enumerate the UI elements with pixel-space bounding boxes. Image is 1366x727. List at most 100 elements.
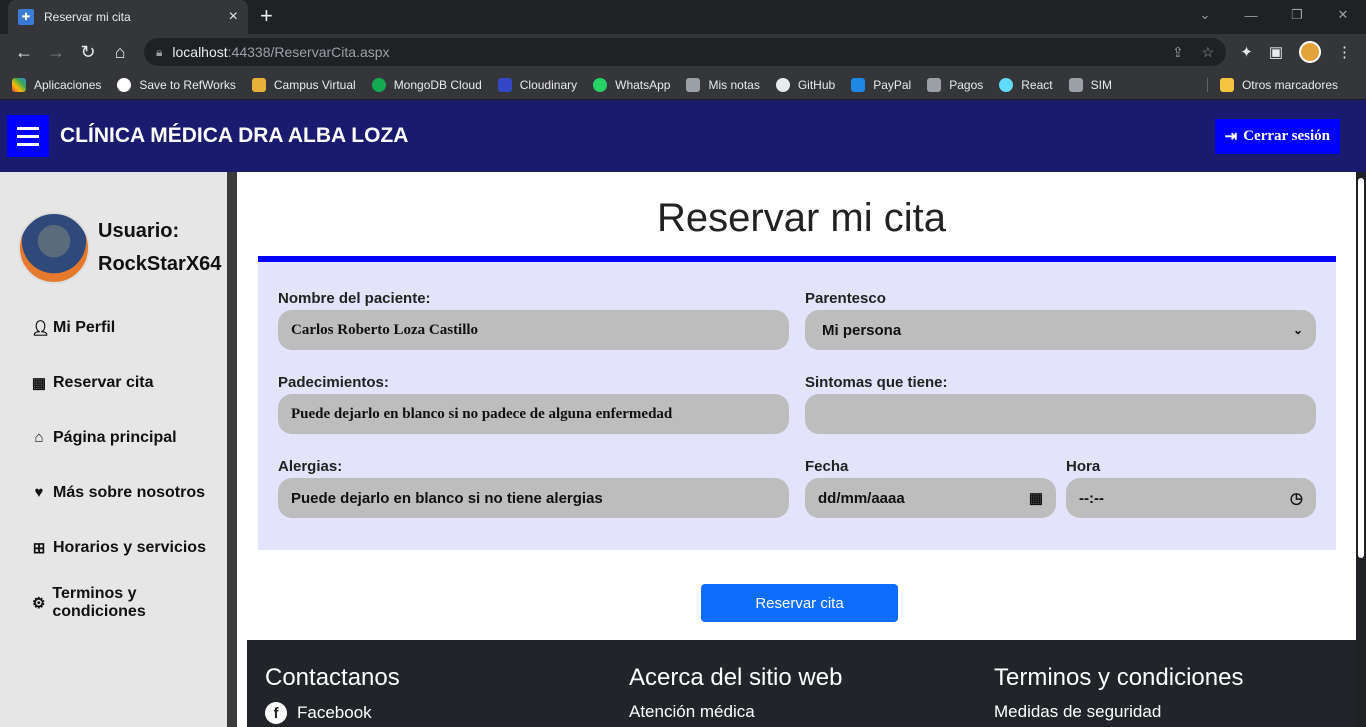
tab-search-icon[interactable]: ⌄ [1182, 0, 1228, 30]
sidebar-item-home[interactable]: ⌂ Página principal [0, 410, 227, 465]
favicon-icon: ✚ [18, 9, 34, 25]
bookmark-refworks[interactable]: Save to RefWorks [117, 77, 236, 92]
tab-close-icon[interactable]: × [229, 8, 238, 26]
patient-group: Nombre del paciente: Carlos Roberto Loza… [278, 290, 789, 350]
profile-avatar-icon[interactable] [1299, 41, 1321, 63]
extensions-icon[interactable]: ✦ [1240, 43, 1253, 61]
logout-button[interactable]: ⇥ Cerrar sesión [1214, 118, 1340, 154]
allergies-label: Alergias: [278, 458, 343, 475]
notes-icon [686, 77, 701, 92]
hands-icon: ♥ [34, 484, 44, 501]
submit-booking-button[interactable]: Reservar cita [701, 584, 898, 622]
pagos-icon [927, 77, 942, 92]
footer-contact: Contactanos f Facebook [265, 664, 400, 724]
relation-select[interactable]: Mi persona ⌄ [805, 310, 1316, 350]
footer-terms-title: Terminos y condiciones [994, 664, 1244, 691]
back-icon[interactable]: ← [8, 36, 40, 68]
allergies-input[interactable]: Puede dejarlo en blanco si no tiene aler… [278, 478, 789, 518]
bookmark-sim[interactable]: SIM [1068, 77, 1112, 92]
bookmark-campus[interactable]: Campus Virtual [251, 77, 356, 92]
footer-terms: Terminos y condiciones Medidas de seguri… [994, 664, 1243, 722]
relation-label: Parentesco [805, 290, 886, 307]
share-icon[interactable]: ⇪ [1172, 44, 1184, 61]
lock-icon: 🔒︎ [156, 44, 163, 59]
footer-about-title: Acerca del sitio web [629, 664, 843, 691]
sidebar-item-schedule[interactable]: ⊞ Horarios y servicios [0, 520, 227, 575]
footer-contact-title: Contactanos [265, 664, 400, 691]
sign-out-icon: ⇥ [1224, 128, 1238, 145]
hamburger-menu-icon[interactable] [7, 115, 49, 157]
date-label: Fecha [805, 458, 849, 475]
bookmark-react[interactable]: React [999, 77, 1053, 92]
avatar [18, 212, 90, 284]
menu-kebab-icon[interactable]: ⋮ [1337, 43, 1352, 61]
site-brand[interactable]: CLÍNICA MÉDICA DRA ALBA LOZA [60, 124, 408, 148]
folder-icon [1219, 77, 1234, 92]
facebook-link[interactable]: f Facebook [265, 702, 400, 724]
facebook-icon: f [265, 702, 287, 724]
security-link[interactable]: Medidas de seguridad [994, 702, 1243, 722]
sidepanel-icon[interactable]: ▣ [1269, 43, 1283, 61]
browser-tab[interactable]: ✚ Reservar mi cita × [8, 0, 248, 34]
whatsapp-icon [593, 77, 608, 92]
user-label: Usuario: [98, 220, 180, 242]
sidebar-item-terms[interactable]: ⚙ Terminos y condiciones [0, 575, 227, 630]
globe-icon [117, 77, 132, 92]
bookmark-misnotas[interactable]: Mis notas [686, 77, 760, 92]
site-footer: Contactanos f Facebook Acerca del sitio w… [247, 640, 1356, 727]
browser-tabbar: ✚ Reservar mi cita × + ⌄ — ❐ ✕ [0, 0, 1366, 34]
apps-grid-icon [12, 77, 26, 92]
reload-icon[interactable]: ↻ [72, 36, 104, 68]
symptoms-label: Sintomas que tiene: [805, 374, 948, 391]
sidebar-item-about[interactable]: ♥ Más sobre nosotros [0, 465, 227, 520]
calendar-picker-icon[interactable]: ▦ [1029, 489, 1043, 507]
tab-title: Reservar mi cita [44, 10, 131, 24]
bookmark-star-icon[interactable]: ☆ [1202, 44, 1215, 61]
sidebar-item-book[interactable]: ▦ Reservar cita [0, 355, 227, 410]
page-scrollbar[interactable] [1356, 172, 1366, 727]
browser-toolbar: ← → ↻ ⌂ 🔒︎ localhost :44338/ReservarCita… [0, 34, 1366, 70]
about-link[interactable]: Atención médica [629, 702, 842, 722]
bookmark-mongodb[interactable]: MongoDB Cloud [371, 77, 482, 92]
paypal-icon [851, 77, 866, 92]
close-window-icon[interactable]: ✕ [1320, 0, 1366, 30]
page-title: Reservar mi cita [657, 196, 946, 240]
web-page: CLÍNICA MÉDICA DRA ALBA LOZA ⇥ Cerrar se… [0, 100, 1366, 727]
date-group: Fecha dd/mm/aaaa ▦ [805, 458, 1056, 518]
sidebar-menu: 👤︎ Mi Perfil ▦ Reservar cita ⌂ Página princ… [0, 300, 227, 630]
time-label: Hora [1066, 458, 1101, 475]
main-content: Reservar mi cita Nombre del paciente: Ca… [247, 172, 1356, 727]
bookmark-other[interactable]: Otros marcadores [1206, 77, 1338, 92]
bookmark-apps[interactable]: Aplicaciones [12, 77, 101, 92]
time-input[interactable]: --:-- ◷ [1066, 478, 1316, 518]
bookmarks-bar: Aplicaciones Save to RefWorks Campus Vir… [0, 70, 1366, 100]
symptoms-input[interactable] [805, 394, 1316, 434]
clock-icon[interactable]: ◷ [1290, 489, 1303, 507]
bookmark-pagos[interactable]: Pagos [927, 77, 983, 92]
url-path: :44338/ReservarCita.aspx [227, 44, 390, 60]
date-input[interactable]: dd/mm/aaaa ▦ [805, 478, 1056, 518]
relation-group: Parentesco Mi persona ⌄ [805, 290, 1316, 350]
footer-about: Acerca del sitio web Atención médica [629, 664, 842, 722]
campus-icon [251, 77, 266, 92]
address-bar[interactable]: 🔒︎ localhost :44338/ReservarCita.aspx ⇪ … [144, 38, 1227, 66]
react-icon [999, 77, 1014, 92]
bookmark-paypal[interactable]: PayPal [851, 77, 911, 92]
booking-form: Nombre del paciente: Carlos Roberto Loza… [258, 256, 1336, 550]
chevron-down-icon: ⌄ [1292, 323, 1303, 337]
sidebar-item-profile[interactable]: 👤︎ Mi Perfil [0, 300, 227, 355]
username: RockStarX64 [98, 253, 222, 275]
mongodb-icon [371, 77, 386, 92]
minimize-icon[interactable]: — [1228, 0, 1274, 30]
patient-name-input[interactable]: Carlos Roberto Loza Castillo [278, 310, 789, 350]
conditions-group: Padecimientos: Puede dejarlo en blanco s… [278, 374, 789, 434]
bookmark-whatsapp[interactable]: WhatsApp [593, 77, 670, 92]
bookmark-cloudinary[interactable]: Cloudinary [497, 77, 577, 92]
conditions-input[interactable]: Puede dejarlo en blanco si no padece de … [278, 394, 789, 434]
restore-icon[interactable]: ❐ [1274, 0, 1320, 30]
new-tab-icon[interactable]: + [260, 5, 273, 27]
home-button-icon[interactable]: ⌂ [104, 36, 136, 68]
sitemap-icon: ⊞ [32, 539, 46, 557]
bookmark-github[interactable]: GitHub [775, 77, 835, 92]
forward-icon[interactable]: → [40, 36, 72, 68]
